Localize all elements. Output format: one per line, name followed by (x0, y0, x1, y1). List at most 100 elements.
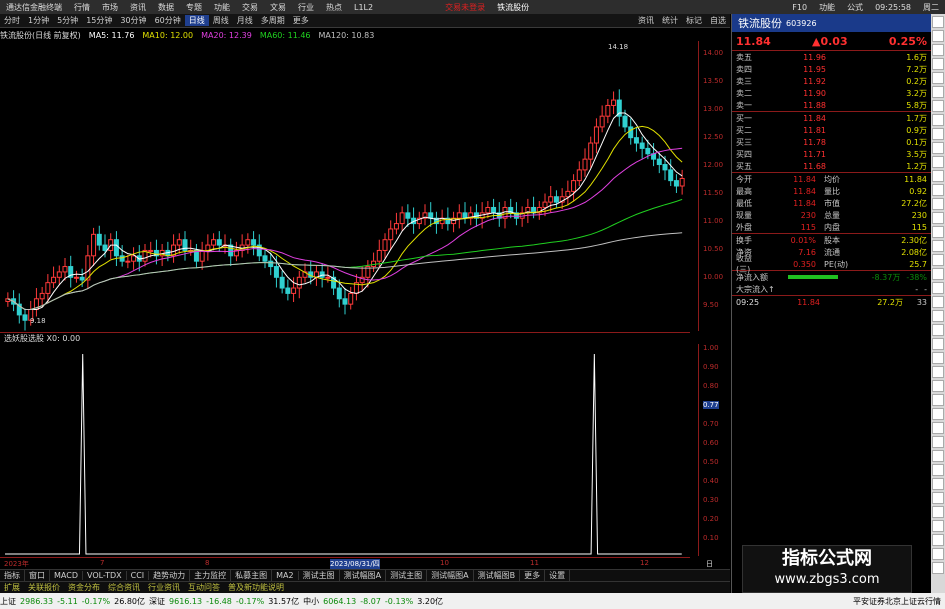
candle-body[interactable] (439, 217, 445, 225)
indicator-tab[interactable]: 设置 (545, 570, 571, 581)
tool-gongshi[interactable]: 公式 (841, 2, 869, 13)
menu-zhuanti[interactable]: 专题 (180, 2, 208, 13)
side-tool-icon[interactable] (932, 282, 944, 294)
menu-shichang[interactable]: 市场 (96, 2, 124, 13)
side-tool-icon[interactable] (932, 114, 944, 126)
candle-body[interactable] (245, 239, 251, 246)
tool-biaoji[interactable]: 标记 (682, 15, 706, 26)
candle-body[interactable] (553, 196, 559, 203)
side-tool-icon[interactable] (932, 142, 944, 154)
candle-body[interactable] (131, 255, 137, 262)
side-tool-icon[interactable] (932, 212, 944, 224)
menu-l1l2[interactable]: L1L2 (348, 3, 379, 12)
candle-body[interactable] (39, 292, 45, 300)
candle-body[interactable] (56, 271, 62, 278)
candle-body[interactable] (605, 104, 611, 117)
indicator-tab[interactable]: 私募主图 (231, 570, 273, 581)
candle-body[interactable] (216, 239, 222, 246)
tab-60min[interactable]: 60分钟 (151, 15, 185, 26)
candle-body[interactable] (91, 233, 97, 257)
candle-body[interactable] (633, 137, 639, 144)
side-tool-icon[interactable] (932, 198, 944, 210)
candle-body[interactable] (611, 99, 617, 106)
login-status[interactable]: 交易未登录 (439, 2, 491, 13)
side-tool-icon[interactable] (932, 408, 944, 420)
server-info[interactable]: 平安证券北京上证云行情 (853, 596, 941, 607)
tool-zixuan[interactable]: 自选 (706, 15, 730, 26)
indicator-tab[interactable]: 测试幅图A (340, 570, 387, 581)
candle-body[interactable] (73, 276, 79, 279)
candle-body[interactable] (291, 287, 297, 294)
candle-body[interactable] (79, 276, 85, 281)
tool-zixun[interactable]: 资讯 (634, 15, 658, 26)
candle-body[interactable] (336, 287, 342, 300)
index-sz-label[interactable]: 深证 (149, 596, 165, 607)
side-tool-icon[interactable] (932, 296, 944, 308)
tool-f10[interactable]: F10 (786, 3, 813, 12)
candle-body[interactable] (148, 249, 154, 252)
menu-zixun[interactable]: 资讯 (124, 2, 152, 13)
candle-body[interactable] (251, 239, 257, 246)
candle-body[interactable] (673, 180, 679, 187)
side-tool-icon[interactable] (932, 240, 944, 252)
candle-body[interactable] (679, 177, 685, 187)
side-tool-icon[interactable] (932, 436, 944, 448)
tab-fenshi[interactable]: 分时 (0, 15, 24, 26)
indicator-tab[interactable]: 更多 (520, 570, 546, 581)
candle-body[interactable] (262, 255, 268, 262)
menu-redian[interactable]: 热点 (320, 2, 348, 13)
candle-body[interactable] (599, 115, 605, 128)
tab-multi[interactable]: 多周期 (257, 15, 289, 26)
info-tab[interactable]: 普及新功能说明 (224, 582, 288, 593)
tool-gongneng[interactable]: 功能 (813, 2, 841, 13)
candle-body[interactable] (348, 292, 354, 305)
candle-body[interactable] (428, 212, 434, 219)
candle-body[interactable] (268, 260, 274, 268)
tab-weekly[interactable]: 周线 (209, 15, 233, 26)
menu-shuju[interactable]: 数据 (152, 2, 180, 13)
menu-jiaoyi[interactable]: 交易 (236, 2, 264, 13)
candle-body[interactable] (485, 206, 491, 214)
info-tab[interactable]: 行业资讯 (144, 582, 184, 593)
indicator-tab[interactable]: MA2 (272, 571, 299, 580)
side-tool-icon[interactable] (932, 506, 944, 518)
candle-body[interactable] (542, 201, 548, 208)
side-tool-icon[interactable] (932, 562, 944, 574)
side-tool-icon[interactable] (932, 310, 944, 322)
candle-body[interactable] (388, 228, 394, 241)
candle-body[interactable] (342, 298, 348, 305)
candle-body[interactable] (376, 249, 382, 262)
side-tool-icon[interactable] (932, 394, 944, 406)
indicator-tab[interactable]: CCI (127, 571, 150, 580)
side-tool-icon[interactable] (932, 100, 944, 112)
side-tool-icon[interactable] (932, 422, 944, 434)
candle-body[interactable] (393, 223, 399, 230)
candle-body[interactable] (588, 142, 594, 160)
candle-body[interactable] (62, 266, 68, 273)
tab-30min[interactable]: 30分钟 (116, 15, 150, 26)
side-tool-icon[interactable] (932, 16, 944, 28)
candle-body[interactable] (211, 239, 217, 246)
candle-body[interactable] (405, 212, 411, 219)
candle-body[interactable] (102, 244, 108, 251)
side-tool-icon[interactable] (932, 254, 944, 266)
side-tool-icon[interactable] (932, 380, 944, 392)
candle-body[interactable] (45, 282, 51, 294)
menu-gongneng[interactable]: 功能 (208, 2, 236, 13)
candle-body[interactable] (51, 276, 57, 284)
index-zx-label[interactable]: 中小 (303, 596, 319, 607)
side-tool-icon[interactable] (932, 268, 944, 280)
tab-monthly[interactable]: 月线 (233, 15, 257, 26)
tool-tongji[interactable]: 统计 (658, 15, 682, 26)
menu-hangye[interactable]: 行业 (292, 2, 320, 13)
candle-body[interactable] (96, 233, 102, 246)
indicator-tab[interactable]: 测试主图 (299, 570, 340, 581)
candle-body[interactable] (273, 266, 279, 278)
candle-body[interactable] (125, 260, 131, 263)
candle-body[interactable] (571, 180, 577, 192)
candle-body[interactable] (325, 276, 331, 279)
candle-body[interactable] (399, 212, 405, 225)
indicator-tab[interactable]: 测试主图 (386, 570, 428, 581)
candle-body[interactable] (582, 158, 588, 171)
side-tool-icon[interactable] (932, 534, 944, 546)
